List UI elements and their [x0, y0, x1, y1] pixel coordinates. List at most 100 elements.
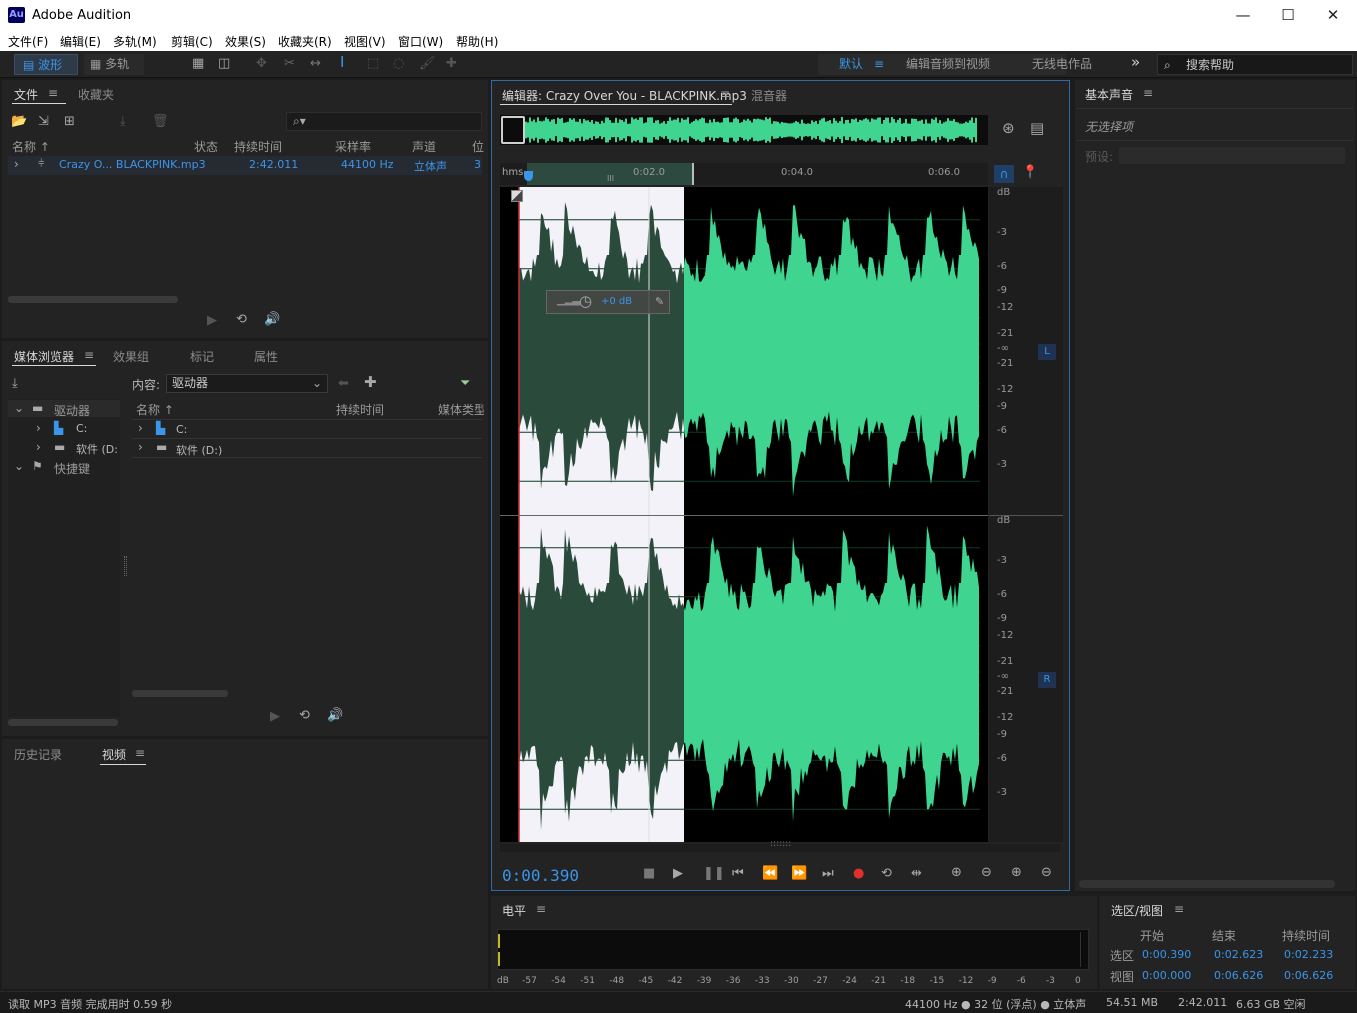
- files-scrollbar[interactable]: [8, 296, 178, 303]
- fast-forward-button[interactable]: ⏩: [791, 867, 807, 880]
- tab-effects-rack[interactable]: 效果组: [113, 348, 149, 365]
- zoom-navigator-icon[interactable]: ⊛: [1002, 121, 1015, 136]
- healing-tool-icon[interactable]: ✚: [446, 57, 457, 70]
- selection-end-handle[interactable]: [692, 163, 694, 185]
- loop-preview-icon[interactable]: ⟲: [236, 313, 247, 326]
- menu-effects[interactable]: 效果(S): [225, 33, 266, 50]
- essential-scrollbar[interactable]: [1079, 880, 1335, 888]
- sv-selection-start[interactable]: 0:00.390: [1142, 948, 1191, 961]
- tab-markers[interactable]: 标记: [190, 348, 214, 365]
- back-arrow-icon[interactable]: ⬅: [338, 377, 349, 390]
- selection-view-menu-icon[interactable]: ≡: [1174, 902, 1184, 916]
- menu-edit[interactable]: 编辑(E): [60, 33, 101, 50]
- insert-icon[interactable]: ⤓: [120, 115, 126, 128]
- tab-properties[interactable]: 属性: [254, 348, 278, 365]
- sv-view-start[interactable]: 0:00.000: [1142, 969, 1191, 982]
- essential-sound-title[interactable]: 基本声音: [1085, 86, 1133, 103]
- sv-selection-end[interactable]: 0:02.623: [1214, 948, 1263, 961]
- expand-icon[interactable]: ›: [36, 421, 41, 435]
- menu-clip[interactable]: 剪辑(C): [171, 33, 213, 50]
- search-help-input[interactable]: ⌕ 搜索帮助: [1157, 54, 1353, 75]
- delete-icon[interactable]: 🗑: [152, 115, 169, 128]
- workspace-default-menu-icon[interactable]: ≡: [874, 54, 884, 75]
- menu-view[interactable]: 视图(V): [344, 33, 386, 50]
- media-scrollbar[interactable]: [132, 690, 228, 697]
- stop-button[interactable]: ■: [643, 867, 655, 880]
- col-rate[interactable]: 采样率: [335, 138, 371, 155]
- scroll-grip[interactable]: :::::::: [770, 839, 791, 849]
- tab-favorites[interactable]: 收藏夹: [78, 86, 114, 103]
- snap-icon[interactable]: ∩: [994, 165, 1014, 183]
- time-ruler[interactable]: hms 0:02.0 0:04.0 0:06.0 III: [500, 163, 988, 185]
- zoom-in-amplitude-icon[interactable]: ⊕: [951, 866, 962, 879]
- content-dropdown[interactable]: 驱动器 ⌄: [166, 374, 328, 393]
- lasso-tool-icon[interactable]: ◌: [393, 57, 404, 70]
- sv-view-duration[interactable]: 0:06.626: [1284, 969, 1333, 982]
- col-channels[interactable]: 声道: [412, 138, 436, 155]
- download-icon[interactable]: ⤓: [12, 377, 18, 390]
- menu-favorites[interactable]: 收藏夹(R): [278, 33, 332, 50]
- time-selection-tool-icon[interactable]: I: [340, 55, 344, 70]
- col-bits[interactable]: 位: [472, 138, 484, 155]
- tab-files[interactable]: 文件: [14, 86, 38, 103]
- tree-item-shortcuts[interactable]: 快捷键: [54, 460, 90, 477]
- mb-col-name[interactable]: 名称 ↑: [136, 401, 174, 418]
- razor-tool-icon[interactable]: ✂: [284, 57, 295, 70]
- tree-item-c[interactable]: C:: [76, 422, 87, 435]
- expand-icon[interactable]: ›: [138, 421, 143, 435]
- marquee-tool-icon[interactable]: ⬚: [367, 57, 379, 70]
- preset-dropdown[interactable]: [1119, 147, 1345, 164]
- horizontal-scrollbar[interactable]: :::::::: [500, 839, 1060, 852]
- close-button[interactable]: ✕: [1323, 6, 1343, 24]
- mb-col-duration[interactable]: 持续时间: [336, 401, 384, 418]
- expand-icon[interactable]: ›: [138, 440, 143, 454]
- gain-hud[interactable]: ▁▂▃ ◷ +0 dB ✎: [546, 290, 670, 314]
- col-status[interactable]: 状态: [194, 138, 218, 155]
- video-menu-icon[interactable]: ≡: [135, 746, 145, 760]
- workspace-edit-video[interactable]: 编辑音频到视频: [906, 54, 990, 75]
- gain-knob-icon[interactable]: ◷: [579, 292, 592, 310]
- overview-waveform[interactable]: [500, 115, 988, 145]
- menu-help[interactable]: 帮助(H): [456, 33, 498, 50]
- multitrack-view-button[interactable]: ▦ 多轨: [84, 54, 144, 75]
- move-tool-icon[interactable]: ✥: [256, 57, 267, 70]
- loop-preview-icon[interactable]: ⟲: [299, 709, 310, 722]
- menu-multitrack[interactable]: 多轨(M): [113, 33, 157, 50]
- tree-item-d[interactable]: 软件 (D:: [76, 441, 118, 457]
- editor-menu-icon[interactable]: ≡: [720, 87, 730, 101]
- col-duration[interactable]: 持续时间: [234, 138, 282, 155]
- minimize-button[interactable]: —: [1233, 6, 1253, 24]
- play-preview-icon[interactable]: ▶: [270, 710, 280, 723]
- menu-window[interactable]: 窗口(W): [398, 33, 443, 50]
- files-search-input[interactable]: ⌕▾: [286, 112, 482, 131]
- tab-video[interactable]: 视频: [102, 746, 126, 763]
- tab-media-browser[interactable]: 媒体浏览器: [14, 348, 74, 365]
- brush-tool-icon[interactable]: 🖌: [419, 57, 436, 70]
- new-file-icon[interactable]: ⊞: [64, 115, 75, 128]
- loop-playback-button[interactable]: ⟲: [881, 867, 892, 880]
- skip-selection-button[interactable]: ⇹: [911, 867, 922, 880]
- channel-left-toggle[interactable]: L: [1038, 344, 1056, 360]
- open-file-icon[interactable]: 📂: [11, 115, 27, 128]
- rewind-button[interactable]: ⏪: [762, 867, 778, 880]
- overview-view-range[interactable]: [501, 116, 525, 144]
- expand-icon[interactable]: ›: [14, 157, 19, 171]
- tab-mixer[interactable]: 混音器: [751, 87, 787, 104]
- mb-row-d[interactable]: 软件 (D:): [176, 442, 222, 458]
- current-time-display[interactable]: 0:00.390: [502, 866, 579, 885]
- play-preview-icon[interactable]: ▶: [207, 314, 217, 327]
- record-button[interactable]: ●: [853, 867, 864, 880]
- zoom-out-amplitude-icon[interactable]: ⊖: [981, 866, 992, 879]
- expand-icon[interactable]: ›: [36, 440, 41, 454]
- menu-file[interactable]: 文件(F): [8, 33, 48, 50]
- workspace-default[interactable]: 默认: [839, 54, 863, 75]
- expand-icon[interactable]: ⌄: [14, 401, 24, 415]
- slip-tool-icon[interactable]: ↔: [310, 57, 321, 70]
- channel-right-toggle[interactable]: R: [1038, 672, 1056, 688]
- pitch-view-icon[interactable]: ◫: [218, 57, 230, 70]
- sv-view-end[interactable]: 0:06.626: [1214, 969, 1263, 982]
- level-meter-menu-icon[interactable]: ≡: [536, 902, 546, 916]
- expand-icon[interactable]: ⌄: [14, 459, 24, 473]
- more-workspaces-icon[interactable]: »: [1131, 52, 1140, 73]
- tree-scrollbar[interactable]: [8, 719, 118, 726]
